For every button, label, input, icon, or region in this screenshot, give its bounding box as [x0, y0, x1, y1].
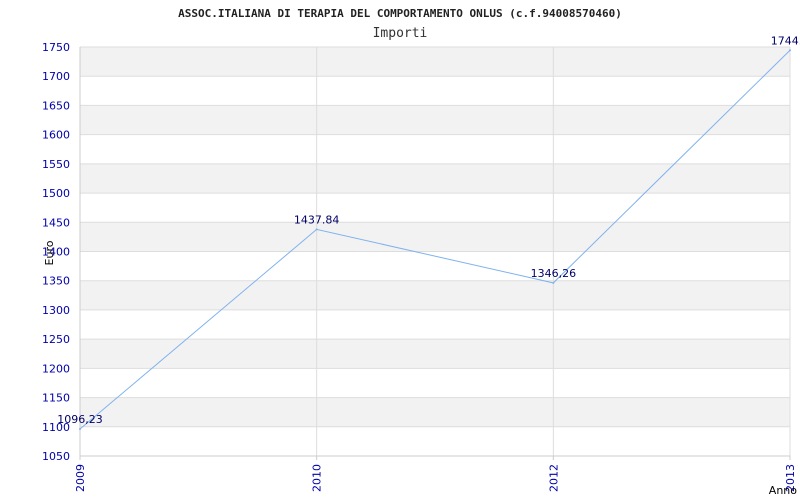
plot-band [80, 47, 790, 77]
line-chart: 1050110011501200125013001350140014501500… [42, 7, 800, 497]
y-tick-label: 1250 [42, 333, 70, 346]
y-tick-label: 1050 [42, 450, 70, 463]
data-label: 1096,23 [57, 413, 103, 426]
y-tick-label: 1650 [42, 99, 70, 112]
y-axis-label: Euro [43, 240, 56, 265]
y-tick-label: 1700 [42, 70, 70, 83]
plot-band [80, 426, 790, 456]
y-tick-label: 1200 [42, 362, 70, 375]
x-tick-label: 2009 [74, 464, 87, 492]
plot-band [80, 105, 790, 135]
y-tick-label: 1300 [42, 304, 70, 317]
plot-band [80, 193, 790, 223]
data-point [79, 427, 81, 430]
y-tick-label: 1500 [42, 187, 70, 200]
data-point [315, 228, 318, 231]
data-label: 1744.4 [771, 34, 800, 47]
plot-band [80, 368, 790, 398]
y-tick-label: 1600 [42, 129, 70, 142]
plot-band [80, 397, 790, 427]
x-tick-label: 2010 [311, 464, 324, 492]
plot-band [80, 134, 790, 164]
chart-subtitle: Importi [373, 26, 428, 41]
chart-title: ASSOC.ITALIANA DI TERAPIA DEL COMPORTAME… [178, 7, 622, 20]
plot-band [80, 163, 790, 194]
plot-band [80, 309, 790, 340]
data-point [789, 49, 791, 52]
x-axis-label: Anno [769, 484, 797, 497]
data-label: 1437.84 [294, 213, 340, 226]
plot-band [80, 339, 790, 369]
x-tick-label: 2012 [547, 464, 560, 492]
plot-band [80, 76, 790, 106]
data-label: 1346,26 [531, 267, 577, 280]
plot-band [80, 280, 790, 310]
y-tick-label: 1350 [42, 275, 70, 288]
y-tick-label: 1150 [42, 392, 70, 405]
data-point [552, 281, 555, 284]
y-tick-label: 1450 [42, 216, 70, 229]
x-tick-labels: 2009 2010 2012 2013 [74, 464, 797, 492]
plot-band [80, 222, 790, 252]
y-tick-label: 1750 [42, 41, 70, 54]
y-tick-label: 1550 [42, 158, 70, 171]
